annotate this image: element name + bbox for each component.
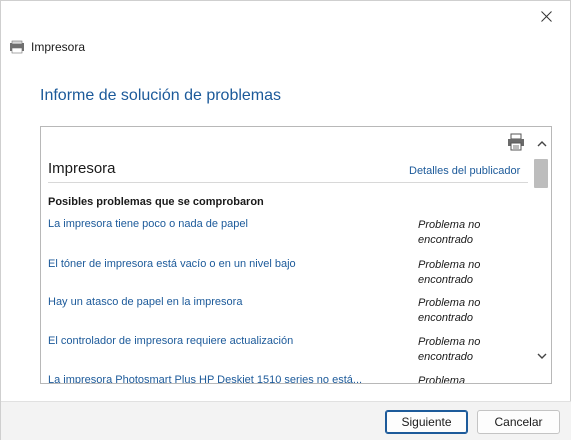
scroll-down-button[interactable] <box>535 349 549 363</box>
chevron-down-icon <box>537 353 547 359</box>
window-titlebar: Impresora <box>9 37 85 57</box>
issue-row: El controlador de impresora requiere act… <box>48 335 538 371</box>
dialog-footer: Siguiente Cancelar <box>1 401 571 440</box>
scroll-up-button[interactable] <box>535 137 549 151</box>
publisher-details-link[interactable]: Detalles del publicador <box>409 165 520 177</box>
next-button[interactable]: Siguiente <box>385 410 468 434</box>
issue-row: El tóner de impresora está vacío o en un… <box>48 258 538 294</box>
report-scrollbar[interactable] <box>533 127 551 383</box>
issue-status: Problema no encontrado <box>418 336 481 363</box>
window-title: Impresora <box>31 40 86 54</box>
issue-row: La impresora tiene poco o nada de papel … <box>48 218 538 254</box>
chevron-up-icon <box>537 141 547 147</box>
troubleshooter-window: Impresora Informe de solución de problem… <box>0 0 571 440</box>
issue-status: Problema no encontrado <box>418 297 481 324</box>
section-title: Impresora <box>48 160 116 177</box>
page-title: Informe de solución de problemas <box>40 87 282 104</box>
report-panel: Impresora Detalles del publicador Posibl… <box>40 126 552 384</box>
issue-status: Problema no encontrado <box>418 219 481 246</box>
issue-link[interactable]: Hay un atasco de papel en la impresora <box>48 296 242 308</box>
checked-issues-heading: Posibles problemas que se comprobaron <box>48 196 264 208</box>
close-icon <box>540 10 552 22</box>
scroll-thumb[interactable] <box>534 159 548 188</box>
issue-link[interactable]: El controlador de impresora requiere act… <box>48 335 293 347</box>
issue-status: Problema no encontrado <box>418 259 481 286</box>
issue-status: Problema <box>418 375 466 384</box>
issue-link[interactable]: El tóner de impresora está vacío o en un… <box>48 258 296 270</box>
cancel-button[interactable]: Cancelar <box>477 410 560 434</box>
divider <box>48 182 528 183</box>
issue-row: La impresora Photosmart Plus HP Deskjet … <box>48 374 538 384</box>
close-button[interactable] <box>526 1 566 31</box>
print-button[interactable] <box>506 133 526 151</box>
printer-troubleshooter-icon <box>9 40 25 54</box>
issue-row: Hay un atasco de papel en la impresora P… <box>48 296 538 332</box>
issue-link[interactable]: La impresora tiene poco o nada de papel <box>48 218 248 230</box>
issue-link[interactable]: La impresora Photosmart Plus HP Deskjet … <box>48 374 362 383</box>
printer-icon <box>508 133 524 151</box>
